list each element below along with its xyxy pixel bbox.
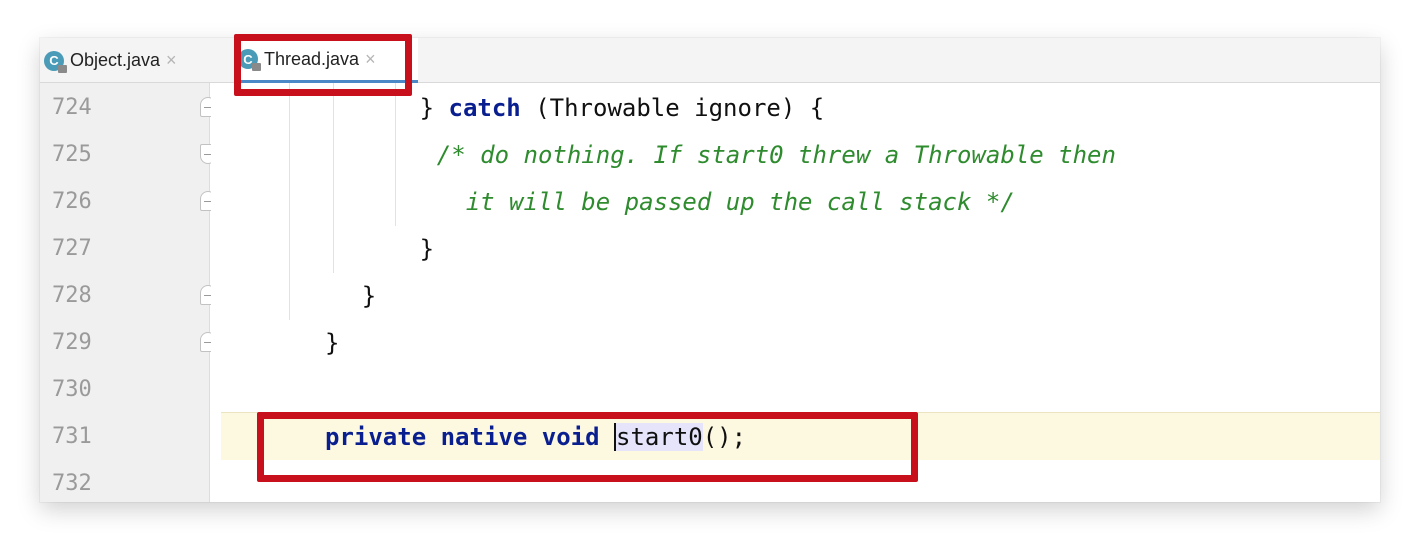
highlight-box-native-method [257,412,918,482]
line-number: 725 [52,142,92,167]
line-number: 729 [52,330,92,355]
line-number: 727 [52,236,92,261]
indent-guide [289,83,290,320]
code-line-725: /* do nothing. If start0 threw a Throwab… [379,140,1116,169]
close-icon[interactable]: × [166,50,177,71]
java-class-icon: C [44,50,67,73]
line-number-gutter: 724 725 726 727 728 729 730 731 732 [40,83,216,502]
line-number: 728 [52,283,92,308]
highlight-box-thread-tab [234,34,412,96]
code-line-729: } [325,328,340,357]
code-line-726: it will be passed up the call stack */ [379,187,1015,216]
read-only-lock-icon [58,64,67,73]
tab-object-java[interactable]: C Object.java × [44,38,222,83]
code-line-728: } [304,281,377,310]
code-line-727: } [304,234,435,263]
line-number: 732 [52,471,92,496]
line-number: 730 [52,377,92,402]
tab-label: Object.java [70,50,161,70]
line-number: 724 [52,95,92,120]
line-number-current: 731 [52,424,92,449]
line-number: 726 [52,189,92,214]
